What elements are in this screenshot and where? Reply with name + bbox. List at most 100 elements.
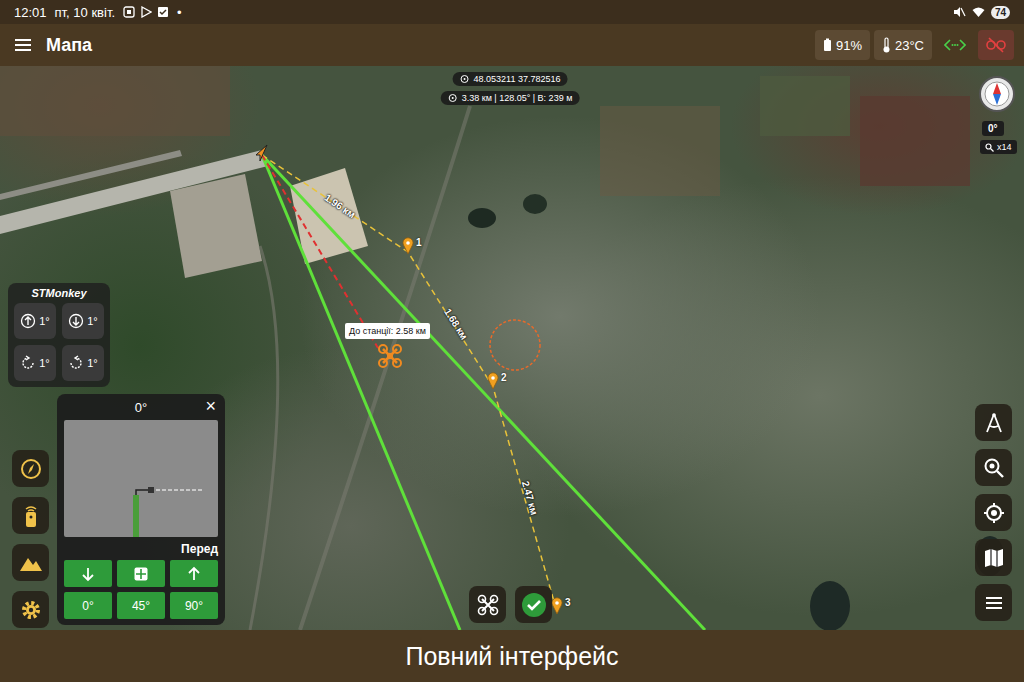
segment-distance: 2.47 км [520, 480, 540, 516]
stmonkey-panel: STMonkey 1° 1° 1° 1° [8, 283, 110, 387]
step-button[interactable]: 1° [62, 345, 104, 381]
segment-distance: 1.68 км [442, 306, 470, 341]
mountain-icon [19, 553, 43, 573]
target-info-value: 3.38 км | 128.05° | В: 239 м [462, 93, 573, 103]
grid-icon [133, 566, 149, 582]
crosshair-icon [448, 93, 458, 103]
step-value: 1° [87, 315, 98, 327]
screen-title: Мапа [46, 35, 92, 56]
link-status[interactable] [978, 30, 1014, 60]
checkmark-icon [521, 592, 547, 618]
map[interactable]: 1231.96 км1.68 км2.47 кмДо станції: 2.58… [0, 66, 1024, 630]
checkbox-icon [157, 6, 169, 18]
waypoint-marker[interactable]: 3 [551, 595, 571, 615]
view-direction: Перед [64, 537, 218, 560]
angle-preset-button[interactable]: 90° [170, 592, 218, 619]
step-value: 1° [39, 315, 50, 327]
target-info: 3.38 км | 128.05° | В: 239 м [441, 91, 580, 105]
step-button[interactable]: 1° [14, 303, 56, 339]
hamburger-icon [14, 38, 32, 52]
gimbal-view [64, 420, 218, 537]
battery-icon [823, 38, 832, 52]
wifi-icon [972, 6, 985, 18]
pin-icon [551, 597, 563, 615]
battery-value: 91% [836, 38, 862, 53]
date: пт, 10 квіт. [55, 5, 115, 20]
cursor-coordinates: 48.053211 37.782516 [453, 72, 568, 86]
compass-icon [20, 458, 42, 480]
thermometer-icon [882, 37, 891, 53]
panel-title: STMonkey [14, 287, 104, 299]
search-button[interactable] [975, 449, 1012, 486]
step-value: 1° [87, 357, 98, 369]
step-button[interactable]: 1° [62, 303, 104, 339]
angle-preset-button[interactable]: 0° [64, 592, 112, 619]
location-icon [983, 502, 1005, 524]
coordinates-value: 48.053211 37.782516 [474, 74, 561, 84]
gimbal-header: 0° × [64, 394, 218, 420]
more-button[interactable] [975, 584, 1012, 621]
clock: 12:01 [14, 5, 47, 20]
tilt-down-button[interactable] [64, 560, 112, 587]
layers-button[interactable] [975, 539, 1012, 576]
play-store-icon [140, 6, 152, 18]
zoom-level: x14 [980, 140, 1017, 154]
rotate-right-icon [68, 355, 84, 371]
connection-status[interactable] [936, 30, 974, 60]
waypoint-marker[interactable]: 2 [487, 370, 507, 390]
connection-arrows-icon [944, 38, 966, 52]
angle-preset-button[interactable]: 45° [117, 592, 165, 619]
gear-icon [20, 599, 42, 621]
app-bar: Мапа 91% 23°C [0, 24, 1024, 66]
map-compass[interactable] [978, 75, 1016, 117]
tilt-up-button[interactable] [170, 560, 218, 587]
compass-button[interactable] [12, 450, 49, 487]
notification-icons [123, 6, 169, 18]
heading-badge: 0° [982, 121, 1004, 136]
zoom-value: x14 [997, 142, 1012, 152]
locate-button[interactable] [975, 494, 1012, 531]
grid-button[interactable] [117, 560, 165, 587]
waypoint-marker[interactable]: 1 [402, 235, 422, 255]
settings-button[interactable] [12, 591, 49, 628]
broken-link-icon [986, 37, 1006, 53]
gimbal-panel: 0°×Перед0°45°90° [57, 394, 225, 625]
terrain-button[interactable] [12, 544, 49, 581]
down-rotate-icon [68, 313, 84, 329]
remote-button[interactable] [12, 497, 49, 534]
step-button[interactable]: 1° [14, 345, 56, 381]
system-indicators: 74 [953, 6, 1010, 19]
crosshair-icon [460, 74, 470, 84]
caption-bar: Повний інтерфейс [0, 630, 1024, 682]
system-status-bar: 12:01пт, 10 квіт.•74 [0, 0, 1024, 24]
map-icon [983, 547, 1005, 569]
station-distance-tooltip: До станції: 2.58 км [345, 323, 430, 339]
waypoint-number: 1 [416, 237, 422, 248]
drone-button[interactable] [469, 586, 506, 623]
gimbal-buttons: 0°45°90° [64, 560, 218, 619]
step-value: 1° [39, 357, 50, 369]
ground-station-marker[interactable] [251, 142, 273, 168]
arrow-down-icon [80, 566, 96, 582]
stmonkey-buttons: 1° 1° 1° 1° [14, 303, 104, 381]
gimbal-angle: 0° [135, 400, 147, 415]
drone-marker[interactable] [377, 343, 403, 373]
remote-control-icon [20, 504, 42, 528]
pin-icon [487, 372, 499, 390]
rotate-left-icon [20, 355, 36, 371]
screenshot-icon [123, 6, 135, 18]
waypoint-number: 2 [501, 372, 507, 383]
measure-button[interactable] [975, 404, 1012, 441]
menu-icon [984, 595, 1004, 611]
battery-level: 74 [991, 6, 1010, 19]
temperature-value: 23°C [895, 38, 924, 53]
confirm-button[interactable] [515, 586, 552, 623]
close-button[interactable]: × [205, 396, 216, 416]
caption-text: Повний інтерфейс [405, 642, 618, 671]
device-battery: 91% [815, 30, 870, 60]
waypoint-number: 3 [565, 597, 571, 608]
menu-button[interactable] [10, 34, 36, 56]
arrow-up-icon [186, 566, 202, 582]
up-rotate-icon [20, 313, 36, 329]
temperature: 23°C [874, 30, 932, 60]
